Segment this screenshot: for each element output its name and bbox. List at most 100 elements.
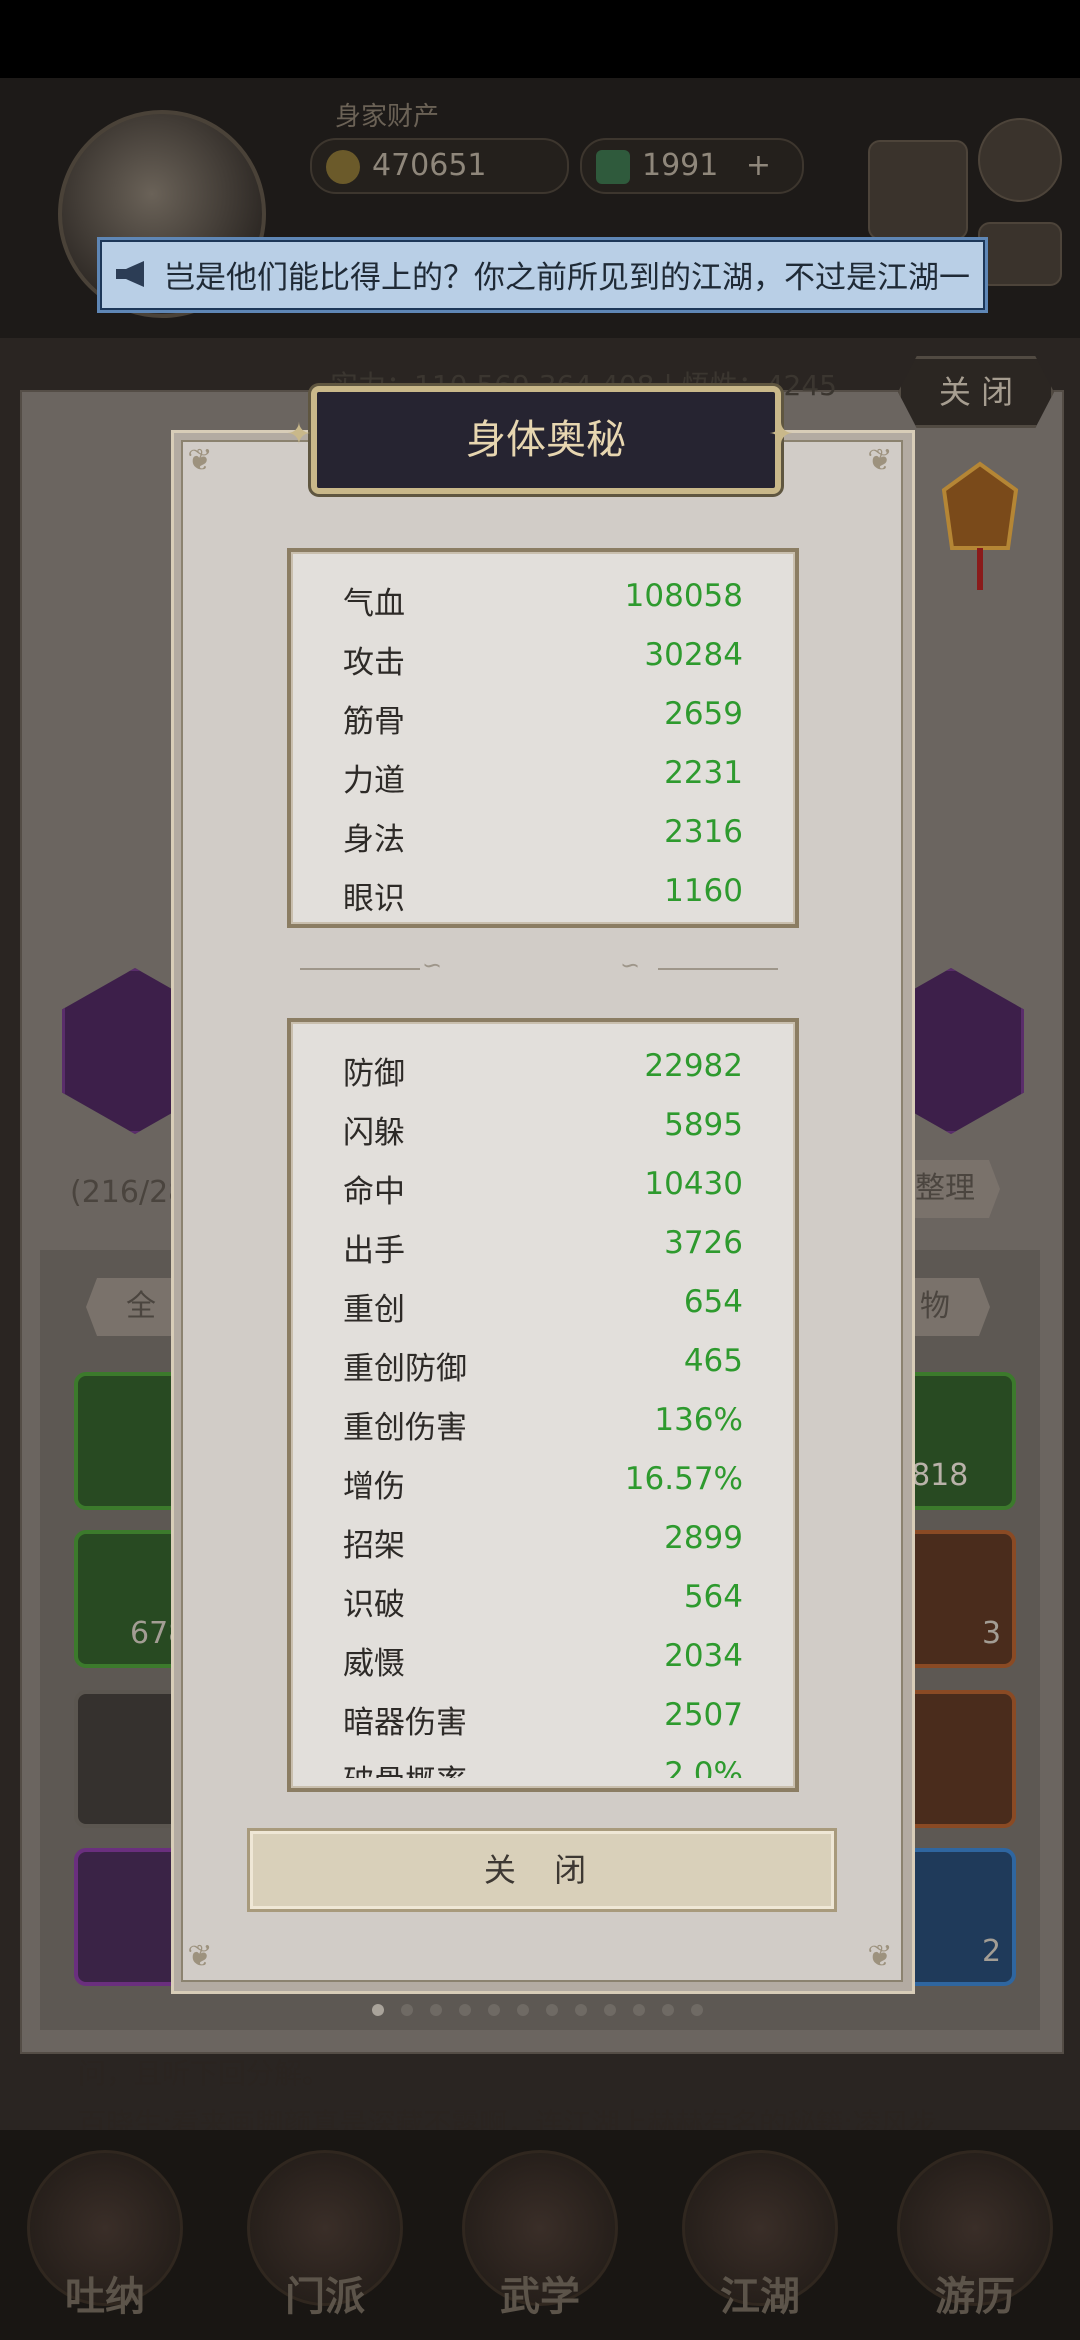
nav-martial[interactable]: 武学 [455, 2150, 625, 2340]
page-dot [662, 2004, 674, 2016]
stat-row: 识破 564 [291, 1569, 795, 1628]
page-indicator [372, 2001, 720, 2016]
corner-ornament-icon: ❦ [867, 443, 893, 478]
jade-icon [596, 149, 630, 184]
silver-ingot-icon [326, 149, 360, 184]
stat-label: 重创伤害 [343, 1410, 467, 1446]
stat-label: 重创 [343, 1292, 405, 1328]
stat-value: 22982 [644, 1048, 743, 1084]
close-button[interactable]: 关 闭 [247, 1828, 837, 1912]
jade-counter: 1991 + [580, 138, 804, 194]
stat-label: 命中 [343, 1174, 405, 1210]
inventory-slot[interactable]: 3 [898, 1530, 1016, 1668]
stat-value: 564 [683, 1579, 743, 1615]
stat-row-qixue: 气血 108058 [291, 568, 795, 627]
primary-stats-box: 气血 108058 攻击 30284 筋骨 2659 力道 2231 身法 2316 眼识… [287, 548, 799, 928]
nav-label: 吐纳 [65, 2274, 145, 2320]
stat-row: 闪躲 5895 [291, 1097, 795, 1156]
silver-value: 470651 [372, 148, 487, 183]
stat-row: 出手 3726 [291, 1215, 795, 1274]
stat-label: 防御 [343, 1056, 405, 1092]
stat-label: 眼识 [343, 881, 405, 917]
secondary-stats-scroll[interactable]: 防御 22982 闪躲 5895 命中 10430 出手 3726 重创 654 重创防御… [291, 1032, 795, 1778]
stat-label: 攻击 [343, 645, 405, 681]
silver-counter: 470651 [310, 138, 569, 194]
stat-label: 出手 [343, 1233, 405, 1269]
stat-value: 3726 [664, 1225, 743, 1261]
stat-row: 招架 2899 [291, 1510, 795, 1569]
nav-sect[interactable]: 门派 [240, 2150, 410, 2340]
stat-row-gongji: 攻击 30284 [291, 627, 795, 686]
stat-row: 增伤 16.57% [291, 1451, 795, 1510]
jade-value: 1991 [642, 148, 719, 183]
stat-value: 2507 [664, 1697, 743, 1733]
nav-tuna[interactable]: 吐纳 [20, 2150, 190, 2340]
announcement-text: 岂是他们能比得上的？你之前所见到的江湖，不过是江湖一 [164, 260, 970, 296]
stat-value: 2231 [664, 755, 743, 791]
stat-row-yanshi: 眼识 1160 [291, 863, 795, 922]
title-ornament-icon: ✦ [768, 417, 794, 452]
page-dot [517, 2004, 529, 2016]
stat-row: 破骨概率 2.0% [291, 1746, 795, 1778]
stat-label: 力道 [343, 763, 405, 799]
secondary-stats-box[interactable]: 防御 22982 闪躲 5895 命中 10430 出手 3726 重创 654 重创防御… [287, 1018, 799, 1792]
page-dot [372, 2004, 384, 2016]
lantern-charm-icon [941, 461, 1019, 590]
megaphone-icon [116, 261, 144, 287]
inventory-slot[interactable]: 5818 [892, 1372, 1016, 1510]
stat-value: 2659 [664, 696, 743, 732]
stat-row: 重创伤害 136% [291, 1392, 795, 1451]
page-dot [401, 2004, 413, 2016]
page-dot [430, 2004, 442, 2016]
page-dot [488, 2004, 500, 2016]
divider-line [300, 968, 420, 970]
stat-label: 招架 [343, 1528, 405, 1564]
stat-row: 暗器伤害 2507 [291, 1687, 795, 1746]
title-ornament-icon: ✦ [286, 417, 312, 452]
background-close-button[interactable]: 关 闭 [898, 356, 1054, 428]
yin-yang-button[interactable] [868, 140, 968, 240]
divider-swirl-icon: ∽ [620, 951, 641, 979]
announcement-marquee: 岂是他们能比得上的？你之前所见到的江湖，不过是江湖一 [97, 237, 988, 313]
page-dot [575, 2004, 587, 2016]
stat-value: 10430 [644, 1166, 743, 1202]
status-bar [0, 0, 1080, 78]
stat-row: 重创 654 [291, 1274, 795, 1333]
stat-value: 2899 [664, 1520, 743, 1556]
stat-value: 108058 [624, 578, 743, 614]
stat-value: 136% [654, 1402, 743, 1438]
slot-count: 2 [982, 1934, 1002, 1969]
page-dot [546, 2004, 558, 2016]
inventory-slot[interactable]: 2 [898, 1848, 1016, 1986]
stat-label: 威慑 [343, 1646, 405, 1682]
stat-value: 2034 [664, 1638, 743, 1674]
story-line: 问，且听下回分解。 [78, 2057, 331, 2090]
page-dot [604, 2004, 616, 2016]
nav-travel[interactable]: 游历 [890, 2150, 1060, 2340]
corner-ornament-icon: ❦ [867, 1939, 893, 1974]
stat-value: 2.0% [664, 1756, 743, 1778]
page-dot [459, 2004, 471, 2016]
stat-value: 465 [683, 1343, 743, 1379]
stat-value: 2316 [664, 814, 743, 850]
stat-row: 重创防御 465 [291, 1333, 795, 1392]
nav-label: 游历 [935, 2274, 1015, 2320]
stat-value: 16.57% [624, 1461, 743, 1497]
stat-label: 识破 [343, 1587, 405, 1623]
mail-icon[interactable] [978, 222, 1062, 286]
slot-count: 3 [982, 1616, 1002, 1651]
stat-value: 30284 [644, 637, 743, 673]
add-jade-button[interactable]: + [746, 148, 771, 183]
stat-row-lidao: 力道 2231 [291, 745, 795, 804]
gear-icon[interactable] [978, 118, 1062, 202]
wealth-title: 身家财产 [335, 102, 440, 132]
stat-row-jingu: 筋骨 2659 [291, 686, 795, 745]
stat-row-shenfa: 身法 2316 [291, 804, 795, 863]
stat-label: 暗器伤害 [343, 1705, 467, 1741]
inventory-slot[interactable] [898, 1690, 1016, 1828]
stat-label: 闪躲 [343, 1115, 405, 1151]
nav-label: 江湖 [720, 2274, 800, 2320]
divider-line [658, 968, 778, 970]
nav-jianghu[interactable]: 江湖 [675, 2150, 845, 2340]
stat-row: 威慑 2034 [291, 1628, 795, 1687]
